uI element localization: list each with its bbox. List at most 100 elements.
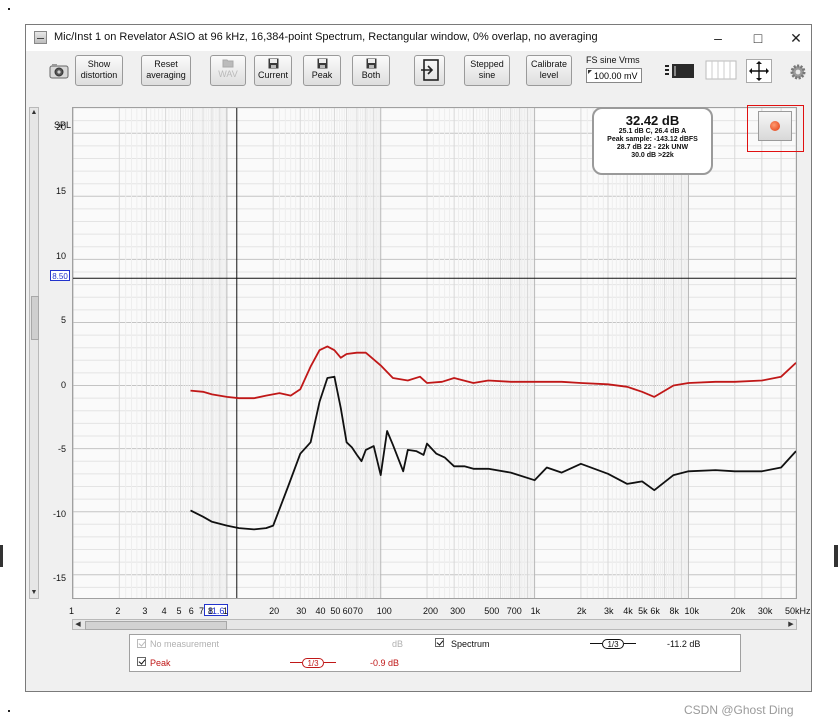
x-tick-label: 1k: [530, 606, 541, 616]
horizontal-scrollbar[interactable]: ◀ ▶: [72, 619, 797, 630]
corner-dot: [8, 710, 10, 712]
folder-icon: [222, 59, 234, 68]
watermark: CSDN @Ghost Ding: [684, 703, 794, 717]
peak-label: Peak: [311, 70, 333, 80]
minimize-button[interactable]: –: [703, 28, 733, 48]
spectrum-label: Spectrum: [451, 639, 490, 649]
weighted-levels: 25.1 dB C, 26.4 dB A: [618, 128, 687, 135]
x-tick-label: 3k: [604, 606, 614, 616]
y-tick-label: -5: [57, 444, 66, 454]
reset-averaging-button[interactable]: Reset averaging: [141, 55, 191, 86]
maximize-button[interactable]: □: [743, 28, 773, 48]
save-icon: [366, 58, 376, 69]
current-label: Current: [257, 70, 288, 80]
y-tick-label: 0: [60, 380, 66, 390]
vertical-scrollbar[interactable]: ▲ ▼: [29, 107, 39, 599]
x-tick-label: 200: [423, 606, 439, 616]
spectrum-plot[interactable]: [72, 107, 797, 599]
above-22k-level: 30.0 dB >22k: [631, 152, 674, 159]
x-tick-label: 60: [342, 606, 353, 616]
y-cursor-readout[interactable]: 8.50: [50, 270, 70, 281]
x-tick-label: 4: [161, 606, 167, 616]
level-info-panel: 32.42 dB 25.1 dB C, 26.4 dB A Peak sampl…: [592, 107, 713, 175]
peak-sample: Peak sample: -143.12 dBFS: [607, 136, 698, 143]
scroll-right-arrow[interactable]: ▶: [786, 620, 796, 629]
spectrum-checkbox[interactable]: [435, 638, 444, 647]
x-tick-label: 30: [296, 606, 307, 616]
scroll-up-arrow[interactable]: ▲: [30, 108, 38, 118]
input-icon: [420, 59, 439, 81]
x-tick-label: 6k: [650, 606, 660, 616]
x-tick-label: 30k: [757, 606, 773, 616]
gear-icon[interactable]: [789, 63, 807, 81]
app-window: Mic/Inst 1 on Revelator ASIO at 96 kHz, …: [25, 24, 812, 692]
y-tick-label: -15: [52, 573, 66, 583]
x-tick-label: 7: [199, 606, 205, 616]
x-tick-label: 300: [450, 606, 466, 616]
spectrum-chart: [73, 108, 796, 598]
x-tick-label: 100: [376, 606, 392, 616]
peak-value: -0.9 dB: [370, 658, 400, 668]
y-tick-label: -10: [52, 509, 66, 519]
panel-layout-icon[interactable]: [705, 60, 737, 80]
control-panel-icon[interactable]: [664, 61, 696, 81]
save-icon: [268, 58, 278, 69]
horizontal-scroll-thumb[interactable]: [85, 621, 227, 630]
x-tick-label: 5: [176, 606, 182, 616]
close-button[interactable]: ✕: [781, 28, 811, 48]
no-measurement-label: No measurement: [150, 639, 220, 649]
x-tick-label: 2: [115, 606, 121, 616]
peak-line-swatch: [324, 662, 336, 663]
spectrum-value: -11.2 dB: [667, 639, 701, 649]
x-tick-label: 10k: [684, 606, 699, 616]
camera-icon[interactable]: [49, 63, 69, 79]
input-select-button[interactable]: [414, 55, 445, 86]
fs-sine-input[interactable]: 100.00 mV: [586, 68, 642, 83]
app-icon: [34, 31, 47, 44]
record-highlight: [747, 105, 804, 152]
unweighted-level: 28.7 dB 22 - 22k UNW: [616, 144, 689, 151]
stepped-sine-button[interactable]: Stepped sine: [464, 55, 510, 86]
background-edge: [834, 545, 838, 567]
x-tick-label: 50: [330, 606, 341, 616]
spectrum-smoothing[interactable]: 1/3: [602, 639, 624, 649]
save-icon: [317, 58, 327, 69]
x-tick-label: 700: [506, 606, 522, 616]
fs-sine-label: FS sine Vrms: [586, 55, 640, 65]
no-measurement-unit: dB: [392, 639, 404, 649]
x-tick-label: 5k: [638, 606, 648, 616]
wav-button[interactable]: WAV: [210, 55, 246, 86]
x-tick-label: 1: [222, 606, 228, 616]
record-icon: [770, 121, 780, 131]
vertical-scroll-thumb[interactable]: [31, 296, 39, 340]
current-button[interactable]: Current: [254, 55, 292, 86]
scroll-left-arrow[interactable]: ◀: [73, 620, 83, 629]
both-button[interactable]: Both: [352, 55, 390, 86]
title-bar: Mic/Inst 1 on Revelator ASIO at 96 kHz, …: [26, 25, 811, 51]
calibrate-level-button[interactable]: Calibrate level: [526, 55, 572, 86]
wav-label: WAV: [218, 69, 238, 79]
x-tick-label: 6: [188, 606, 194, 616]
y-tick-label: 5: [60, 315, 66, 325]
y-tick-label: 10: [55, 251, 66, 261]
x-tick-label: 20: [269, 606, 280, 616]
y-tick-label: 15: [55, 186, 66, 196]
x-tick-label: 4k: [623, 606, 633, 616]
show-distortion-button[interactable]: Show distortion: [75, 55, 123, 86]
fit-arrows-icon[interactable]: [746, 59, 772, 83]
spectrum-line-swatch: [624, 643, 636, 644]
x-tick-label: 8k: [669, 606, 680, 616]
record-button[interactable]: [758, 111, 792, 141]
peak-checkbox[interactable]: [137, 657, 146, 666]
corner-dot: [8, 8, 10, 10]
x-tick-label: 1: [69, 606, 75, 616]
no-measurement-checkbox[interactable]: [137, 639, 146, 648]
y-tick-label: 20: [55, 122, 66, 132]
x-tick-label: 8: [207, 606, 213, 616]
peak-button[interactable]: Peak: [303, 55, 341, 86]
peak-label: Peak: [150, 658, 171, 668]
x-tick-label: 3: [142, 606, 148, 616]
peak-smoothing[interactable]: 1/3: [302, 658, 324, 668]
total-level-readout: 32.42 dB: [625, 113, 680, 128]
scroll-down-arrow[interactable]: ▼: [30, 588, 38, 598]
